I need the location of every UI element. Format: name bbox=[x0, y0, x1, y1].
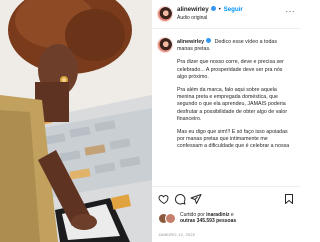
separator-dot: • bbox=[218, 6, 221, 13]
author-avatar[interactable] bbox=[157, 6, 173, 22]
post-header: alinewirley • Seguir Áudio original ··· bbox=[152, 0, 300, 29]
liker-avatar bbox=[165, 213, 176, 224]
bookmark-icon[interactable] bbox=[283, 193, 295, 205]
likes-text: Curtido por inaradiniz e outras 345.593 … bbox=[180, 212, 236, 224]
post-date[interactable]: JANEIRO 12, 2022 bbox=[158, 232, 195, 237]
caption-author-avatar[interactable] bbox=[157, 37, 173, 53]
comment-icon[interactable] bbox=[174, 193, 186, 205]
caption-paragraph: Pra dizer que nosso corre, deve e precis… bbox=[177, 59, 284, 80]
caption-username[interactable]: alinewirley bbox=[177, 39, 204, 45]
follow-button[interactable]: Seguir bbox=[224, 6, 243, 13]
instagram-post: alinewirley • Seguir Áudio original ··· a… bbox=[0, 0, 300, 242]
heart-icon[interactable] bbox=[158, 193, 170, 205]
post-caption: alinewirley Dedico esse vídeo a todas ma… bbox=[177, 38, 292, 157]
share-icon[interactable] bbox=[190, 193, 202, 205]
likes-summary: Curtido por inaradiniz e outras 345.593 … bbox=[158, 212, 278, 230]
likes-count[interactable]: outras 345.593 pessoas bbox=[180, 218, 236, 224]
verified-icon bbox=[210, 6, 216, 11]
action-bar bbox=[152, 186, 300, 211]
video-frame-illustration bbox=[0, 0, 152, 242]
verified-icon bbox=[206, 38, 212, 43]
caption-paragraph: Mas eu digo que sim!!! E só faço isso ap… bbox=[177, 129, 290, 150]
more-options-icon[interactable]: ··· bbox=[286, 7, 296, 16]
caption-area: alinewirley Dedico esse vídeo a todas ma… bbox=[152, 29, 300, 181]
caption-paragraph: alinewirley Dedico esse vídeo a todas ma… bbox=[177, 38, 292, 53]
post-video[interactable] bbox=[0, 0, 152, 242]
post-side-panel: alinewirley • Seguir Áudio original ··· a… bbox=[152, 0, 300, 242]
author-username[interactable]: alinewirley bbox=[177, 6, 209, 13]
caption-paragraph: Pra além da marca, falo aqui sobre aquel… bbox=[177, 87, 288, 122]
author-line: alinewirley • Seguir bbox=[177, 6, 243, 13]
audio-label[interactable]: Áudio original bbox=[177, 15, 207, 21]
